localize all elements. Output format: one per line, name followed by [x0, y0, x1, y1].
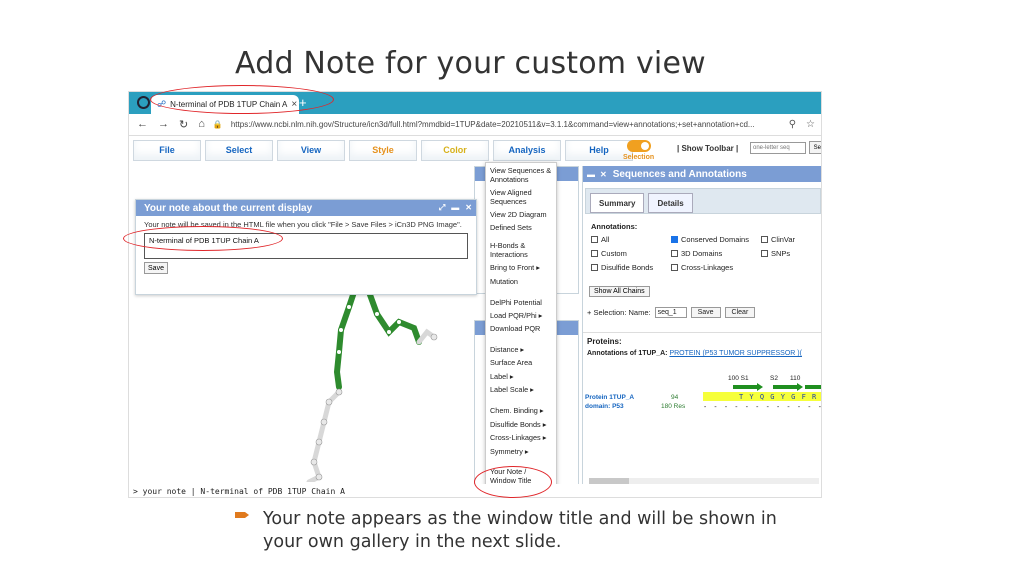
- menu-analysis[interactable]: Analysis: [493, 139, 561, 161]
- note-dialog-header: Your note about the current display ⤢ ▬ …: [136, 200, 476, 216]
- tab-details[interactable]: Details: [648, 193, 693, 213]
- minimize-icon[interactable]: ▬: [587, 170, 595, 179]
- sa-tabs: Summary Details: [585, 188, 821, 214]
- lock-icon: 🔒: [212, 120, 223, 129]
- selection-label: Selection: [623, 154, 655, 161]
- browser-screenshot: ☍ N-terminal of PDB 1TUP Chain A × + ← →…: [128, 91, 822, 498]
- menu-item-delphi[interactable]: DelPhi Potential: [486, 298, 556, 311]
- address-bar: ← → ↻ ⌂ 🔒 https://www.ncbi.nlm.nih.gov/S…: [129, 114, 821, 136]
- checkbox-3d-domains[interactable]: 3D Domains: [671, 249, 761, 258]
- checkbox-disulfide[interactable]: Disulfide Bonds: [591, 263, 671, 272]
- selection-toggle[interactable]: [627, 140, 651, 152]
- protein-link[interactable]: PROTEIN (P53 TUMOR SUPPRESSOR )(: [669, 350, 802, 357]
- bookmark-star-icon[interactable]: ☆: [806, 119, 815, 130]
- menu-style[interactable]: Style: [349, 139, 417, 161]
- menu-item-distance[interactable]: Distance ▸: [486, 345, 556, 358]
- menu-view[interactable]: View: [277, 139, 345, 161]
- browser-logo-icon: [137, 96, 150, 109]
- sa-panel-title: Sequences and Annotations: [612, 168, 747, 180]
- forward-icon[interactable]: →: [158, 118, 169, 131]
- selection-save-button[interactable]: Save: [690, 307, 721, 318]
- menu-item-hbonds[interactable]: H-Bonds & Interactions: [486, 241, 556, 263]
- annotations-of-line: Annotations of 1TUP_A: PROTEIN (P53 TUMO…: [587, 350, 802, 357]
- tick-100-s1: 100 S1: [728, 375, 749, 382]
- menu-select[interactable]: Select: [205, 139, 273, 161]
- checkbox-crosslink[interactable]: Cross-Linkages: [671, 263, 761, 272]
- menu-item-view-sequences[interactable]: View Sequences & Annotations: [486, 166, 556, 188]
- tick-s2: S2: [770, 375, 778, 382]
- menu-item-download-pqr[interactable]: Download PQR: [486, 324, 556, 345]
- icn3d-menubar: File Select View Style Color Analysis He…: [133, 139, 633, 161]
- menu-color[interactable]: Color: [421, 139, 489, 161]
- show-all-chains-button[interactable]: Show All Chains: [589, 286, 650, 297]
- sequence-row-2: - - - - - - - - - - - - - - F R L G F L: [703, 403, 821, 411]
- menu-file[interactable]: File: [133, 139, 201, 161]
- menu-item-cross-linkages[interactable]: Cross-Linkages ▸: [486, 433, 556, 447]
- menu-item-surface-area[interactable]: Surface Area: [486, 358, 556, 372]
- annotations-box: Annotations: All Conserved Domains ClinV…: [585, 218, 821, 276]
- note-save-button[interactable]: Save: [144, 262, 168, 274]
- residue-count: 180 Res: [661, 403, 686, 410]
- domain-label[interactable]: domain: P53: [585, 403, 624, 411]
- menu-item-chem-binding[interactable]: Chem. Binding ▸: [486, 406, 556, 420]
- menu-item-load-pqr[interactable]: Load PQR/Phi ▸: [486, 311, 556, 324]
- close-icon[interactable]: ✕: [600, 170, 607, 179]
- home-icon[interactable]: ⌂: [198, 118, 205, 131]
- sequences-annotations-panel: ▬ ✕ Sequences and Annotations Summary De…: [582, 166, 821, 484]
- protein-label[interactable]: Protein 1TUP_A: [585, 394, 634, 402]
- menu-item-bring-front[interactable]: Bring to Front ▸: [486, 263, 556, 277]
- close-icon[interactable]: ✕: [465, 203, 472, 213]
- sequence-row-1: T Y Q G Y G F R L G F: [739, 393, 821, 401]
- note-dialog-title: Your note about the current display: [144, 202, 313, 214]
- annotations-label: Annotations:: [591, 222, 638, 231]
- checkbox-custom[interactable]: Custom: [591, 249, 671, 258]
- slide-title: Add Note for your custom view: [235, 46, 706, 81]
- menu-item-defined-sets[interactable]: Defined Sets: [486, 223, 556, 241]
- tab-summary[interactable]: Summary: [590, 193, 645, 213]
- minimize-icon[interactable]: ▬: [451, 203, 459, 213]
- url-field[interactable]: https://www.ncbi.nlm.nih.gov/Structure/i…: [231, 120, 789, 129]
- highlight-oval-note-input: [123, 226, 283, 251]
- highlight-oval-menu-item: [474, 466, 552, 498]
- sa-panel-header: ▬ ✕ Sequences and Annotations: [583, 166, 821, 182]
- menu-item-symmetry[interactable]: Symmetry ▸: [486, 447, 556, 467]
- menu-item-disulfide[interactable]: Disulfide Bonds ▸: [486, 420, 556, 433]
- strand-arrows: [733, 383, 821, 391]
- selection-clear-button[interactable]: Clear: [724, 307, 756, 318]
- bullet-text: Your note appears as the window title an…: [263, 509, 777, 552]
- analysis-dropdown: View Sequences & Annotations View Aligne…: [485, 162, 557, 497]
- highlight-oval-tab: [150, 85, 334, 114]
- one-letter-seq-input[interactable]: one-letter seq: [750, 142, 806, 154]
- menu-item-2d-diagram[interactable]: View 2D Diagram: [486, 210, 556, 223]
- bullet-arrow-icon: [235, 512, 249, 518]
- checkbox-snps[interactable]: SNPs: [761, 249, 821, 258]
- checkbox-clinvar[interactable]: ClinVar: [761, 235, 821, 244]
- tick-110: 110: [790, 375, 801, 382]
- menu-item-mutation[interactable]: Mutation: [486, 277, 556, 298]
- search-button[interactable]: Sea: [809, 141, 821, 154]
- zoom-icon[interactable]: ⚲: [789, 119, 796, 130]
- checkbox-conserved[interactable]: Conserved Domains: [671, 235, 761, 244]
- resize-icon[interactable]: ⤢: [439, 203, 445, 213]
- menu-item-view-aligned[interactable]: View Aligned Sequences: [486, 188, 556, 210]
- selection-name-label: + Selection: Name:: [587, 308, 651, 317]
- selection-row: + Selection: Name: seq_1 Save Clear: [587, 307, 819, 318]
- checkbox-all[interactable]: All: [591, 235, 671, 244]
- residue-start: 94: [671, 394, 679, 401]
- menu-item-label-scale[interactable]: Label Scale ▸: [486, 385, 556, 406]
- reload-icon[interactable]: ↻: [179, 118, 188, 131]
- slide: Add Note for your custom view ☍ N-termin…: [0, 0, 1024, 576]
- selection-name-input[interactable]: seq_1: [654, 307, 687, 318]
- back-icon[interactable]: ←: [137, 118, 148, 131]
- proteins-heading: Proteins:: [583, 332, 821, 350]
- show-toolbar-link[interactable]: | Show Toolbar |: [677, 144, 738, 153]
- menu-item-label[interactable]: Label ▸: [486, 372, 556, 385]
